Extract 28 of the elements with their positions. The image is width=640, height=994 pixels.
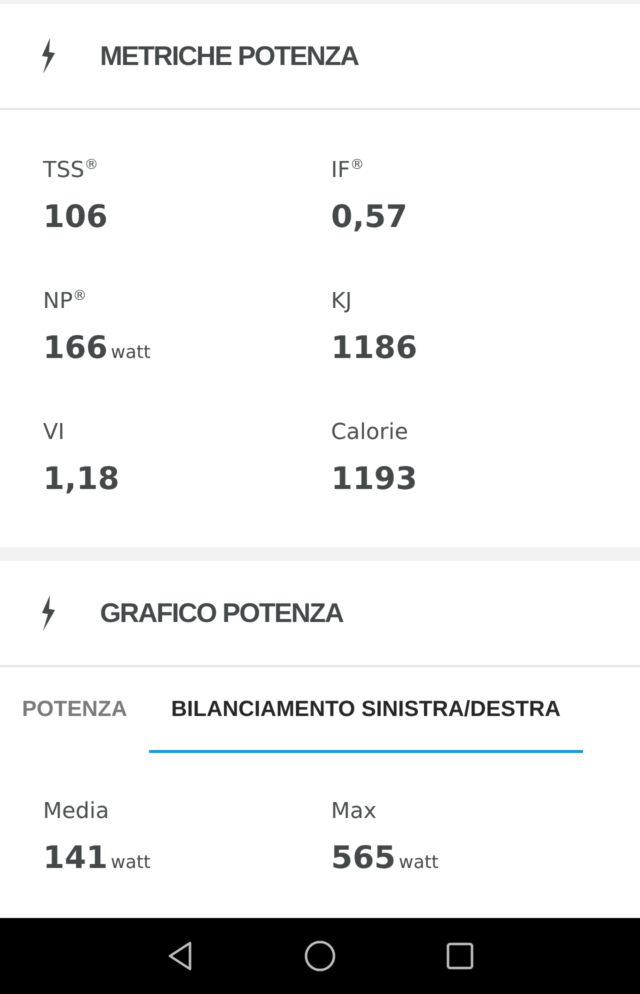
section-title: METRICHE POTENZA	[100, 40, 358, 72]
metric-value: 106	[43, 198, 108, 237]
metric-value: 1,18	[43, 460, 120, 499]
stat-label: Max	[331, 798, 378, 826]
metric-label: NP$^{®}$	[43, 287, 88, 316]
recents-icon[interactable]	[446, 942, 474, 970]
metric-value: 166	[43, 329, 108, 368]
tab[interactable]: POTENZA	[0, 667, 150, 753]
stat-unit: watt	[110, 852, 151, 873]
metric-label: KJ	[331, 288, 353, 316]
home-icon[interactable]	[304, 940, 336, 972]
stat-unit: watt	[398, 852, 439, 873]
metric-value: 1186	[331, 329, 418, 368]
section-title: GRAFICO POTENZA	[100, 598, 343, 628]
stat-value: 141	[43, 839, 108, 878]
stat-label: Media	[43, 798, 110, 826]
metric-label: IF$^{®}$	[331, 156, 366, 185]
metric-label: VI	[43, 419, 66, 447]
back-icon[interactable]	[166, 940, 194, 972]
lightning-icon	[40, 595, 56, 631]
metric-unit: watt	[110, 342, 151, 363]
metric-value: 1193	[331, 460, 418, 499]
metric-label: Calorie	[331, 419, 410, 447]
tab[interactable]: BILANCIAMENTO SINISTRA/DESTRA	[149, 667, 583, 753]
metric-label: TSS$^{®}$	[43, 156, 100, 185]
stat-value: 565	[331, 839, 396, 878]
metric-value: 0,57	[331, 198, 408, 237]
lightning-icon	[40, 38, 56, 74]
